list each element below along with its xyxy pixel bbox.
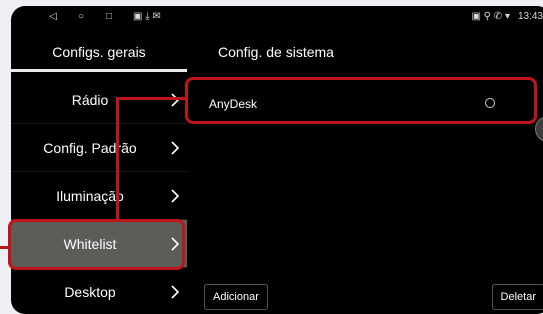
system-nav: ◁ ○ □ ▣ ⤓ ✉ xyxy=(39,11,161,22)
sidebar-item-config-padrao[interactable]: Config. Padrão xyxy=(11,124,187,172)
status-indicator-icons: ▣ ⚲ ✆ ▾ xyxy=(471,11,510,22)
chevron-right-icon xyxy=(171,285,180,299)
highlight-connector-h xyxy=(118,97,187,100)
recents-icon[interactable]: □ xyxy=(95,11,123,22)
sidebar-item-label: Config. Padrão xyxy=(43,140,137,156)
status-bar: ◁ ○ □ ▣ ⤓ ✉ ▣ ⚲ ✆ ▾ 13:43 xyxy=(11,6,543,30)
sidebar-item-desktop[interactable]: Desktop xyxy=(11,268,187,314)
chevron-right-icon xyxy=(171,93,180,107)
delete-button[interactable]: Deletar xyxy=(491,284,543,310)
floating-handle-icon[interactable] xyxy=(535,116,543,142)
sidebar-item-radio[interactable]: Rádio xyxy=(11,76,187,124)
highlight-connector-left xyxy=(0,246,10,249)
home-icon[interactable]: ○ xyxy=(67,11,95,22)
highlight-connector-v xyxy=(116,97,119,221)
sidebar-item-iluminacao[interactable]: Iluminação xyxy=(11,172,187,220)
back-icon[interactable]: ◁ xyxy=(39,11,67,22)
sidebar-item-label: Rádio xyxy=(71,92,109,108)
chevron-right-icon xyxy=(171,189,180,203)
tab-configs-gerais[interactable]: Configs. gerais xyxy=(11,36,187,72)
chevron-right-icon xyxy=(171,141,180,155)
highlight-list-item xyxy=(185,77,537,124)
notification-icons: ▣ ⤓ ✉ xyxy=(133,11,161,22)
clock: 13:43 xyxy=(517,11,543,22)
sidebar: Rádio Config. Padrão Iluminação Whitelis… xyxy=(11,76,187,314)
page-title: Config. de sistema xyxy=(218,44,334,60)
highlight-sidebar-whitelist xyxy=(8,219,185,270)
sidebar-item-label: Iluminação xyxy=(56,188,124,204)
sidebar-item-label: Desktop xyxy=(64,284,116,300)
status-icons: ▣ ⚲ ✆ ▾ 13:43 xyxy=(471,11,543,22)
add-button[interactable]: Adicionar xyxy=(204,284,268,310)
